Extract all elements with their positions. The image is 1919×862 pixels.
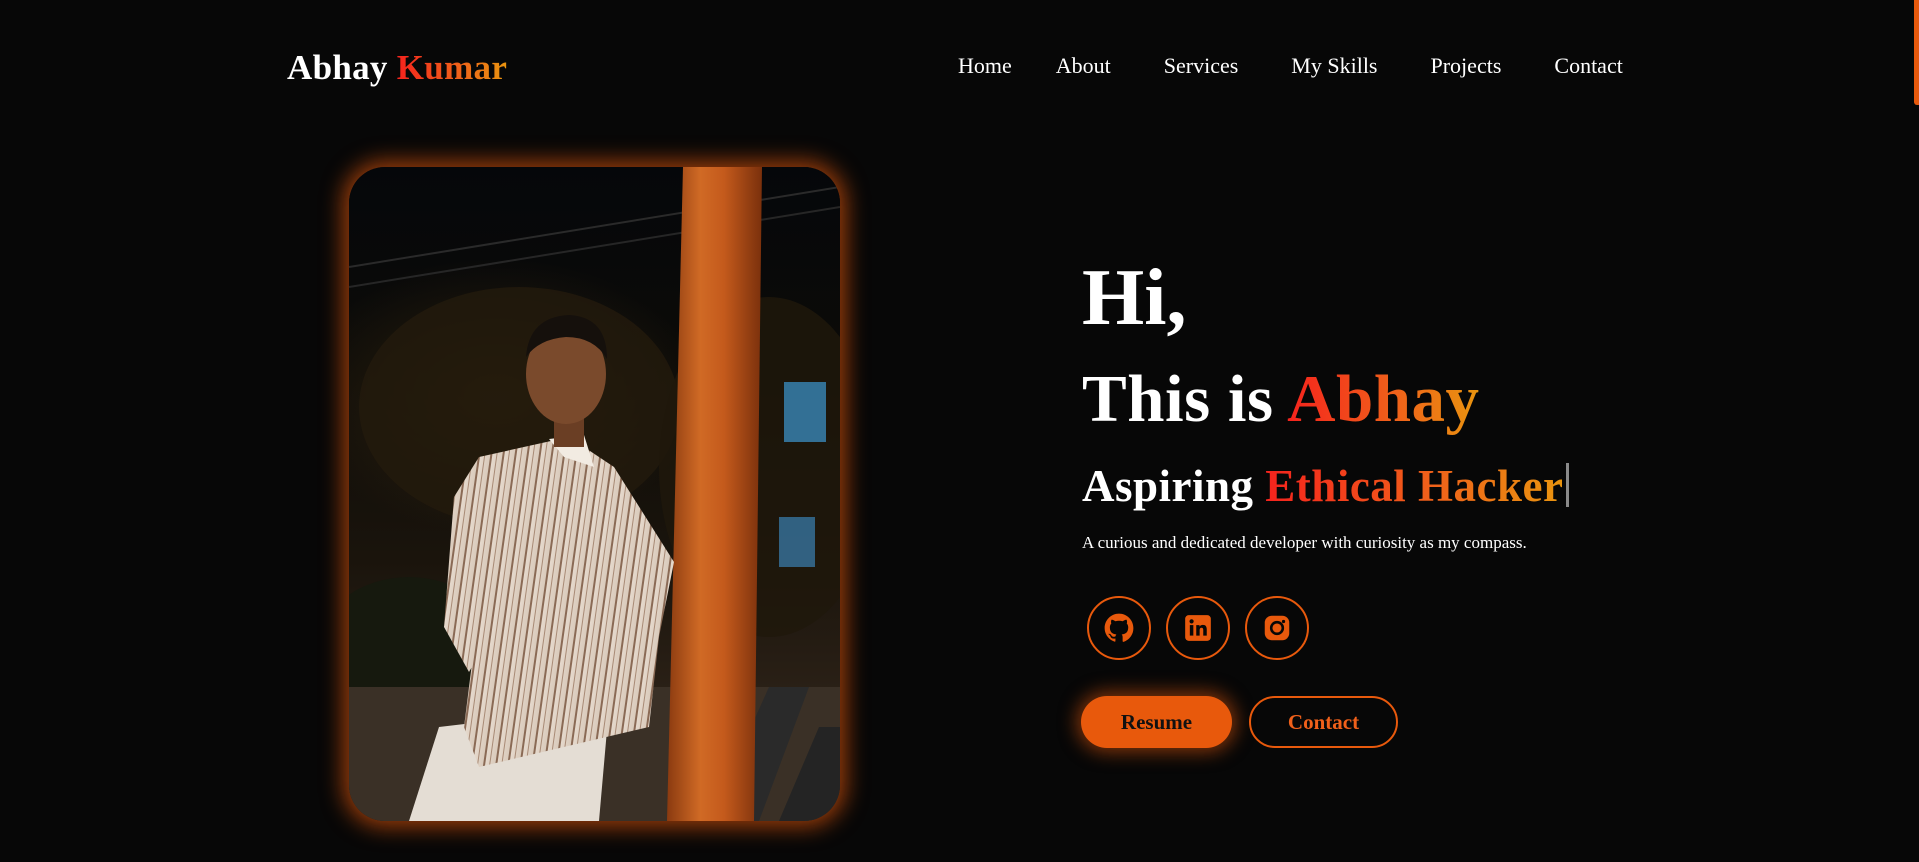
hero-intro-prefix: This is: [1082, 362, 1274, 436]
linkedin-link[interactable]: [1166, 596, 1230, 660]
social-links: [1087, 596, 1309, 660]
nav-link-contact[interactable]: Contact: [1554, 53, 1622, 79]
hero-role: Aspiring Ethical Hacker: [1082, 463, 1569, 509]
contact-button[interactable]: Contact: [1249, 696, 1398, 748]
hero-tagline: A curious and dedicated developer with c…: [1082, 533, 1527, 552]
instagram-link[interactable]: [1245, 596, 1309, 660]
typing-cursor: [1565, 463, 1569, 507]
hero-intro: This is Abhay: [1082, 366, 1480, 433]
main-nav: Home About Services My Skills Projects C…: [958, 53, 1623, 79]
nav-link-my-skills[interactable]: My Skills: [1291, 53, 1377, 79]
logo-first-name: Abhay: [287, 48, 388, 87]
profile-photo-illustration: [349, 167, 840, 821]
scrollbar-thumb[interactable]: [1914, 0, 1919, 105]
hero-intro-name: Abhay: [1287, 362, 1480, 436]
nav-link-projects[interactable]: Projects: [1431, 53, 1502, 79]
resume-button[interactable]: Resume: [1081, 696, 1232, 748]
hero-greeting: Hi,: [1082, 254, 1187, 342]
github-link[interactable]: [1087, 596, 1151, 660]
nav-link-home[interactable]: Home: [958, 53, 1012, 79]
page: Abhay Kumar Home About Services My Skill…: [0, 0, 1919, 862]
profile-photo: [349, 167, 840, 821]
linkedin-icon: [1185, 615, 1211, 641]
logo-last-name: Kumar: [396, 48, 508, 87]
github-icon: [1104, 613, 1134, 642]
nav-link-about[interactable]: About: [1056, 53, 1111, 79]
site-logo[interactable]: Abhay Kumar: [287, 48, 507, 88]
hero-role-prefix: Aspiring: [1082, 461, 1254, 511]
hero-role-highlight: Ethical Hacker: [1265, 461, 1564, 511]
instagram-icon: [1264, 615, 1290, 641]
nav-link-services[interactable]: Services: [1164, 53, 1239, 79]
